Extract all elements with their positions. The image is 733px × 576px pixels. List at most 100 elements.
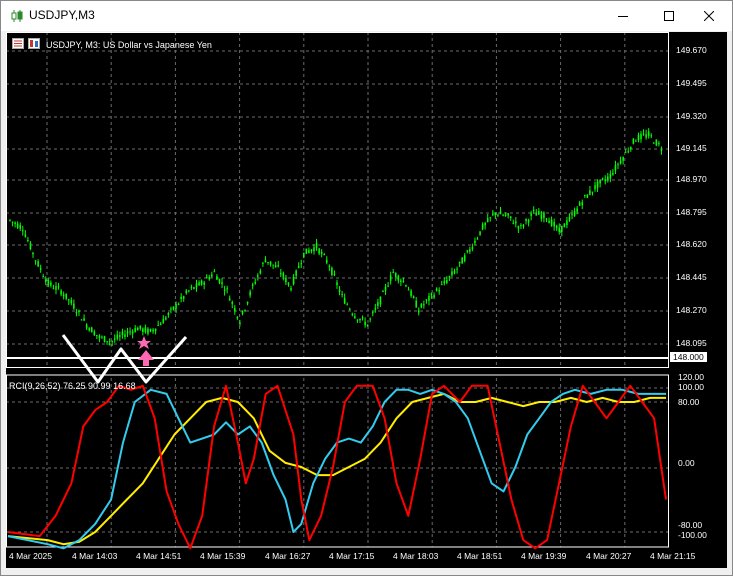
candle-body: [356, 319, 359, 321]
candle-body: [272, 264, 274, 266]
chart-list-icon[interactable]: [12, 38, 24, 49]
time-axis-label: 4 Mar 14:51: [136, 551, 182, 561]
candle-body: [195, 283, 198, 288]
candle-body: [642, 133, 645, 135]
candle-body: [433, 295, 435, 298]
candle-body: [37, 261, 39, 267]
candle-body: [231, 301, 234, 304]
candle-body: [290, 288, 292, 291]
chart-area[interactable]: USDJPY, M3: US Dollar vs Japanese Yen RC…: [6, 32, 727, 568]
candle-body: [377, 302, 379, 306]
candle-body: [259, 270, 262, 274]
rci-mid-line: [7, 388, 666, 550]
candle-body: [509, 216, 512, 219]
candle-body: [139, 325, 142, 329]
candle-body: [52, 288, 55, 290]
candle-body: [124, 334, 126, 337]
title-bar[interactable]: USDJPY,M3: [1, 1, 732, 31]
candle-body: [315, 242, 318, 248]
candle-body: [430, 293, 433, 296]
candle-body: [481, 224, 484, 230]
candle-body: [142, 328, 144, 333]
candle-body: [14, 222, 16, 224]
candle-body: [185, 290, 188, 294]
candle-body: [535, 213, 538, 216]
candle-body: [571, 214, 573, 216]
candle-body: [558, 227, 561, 232]
candle-body: [83, 318, 85, 321]
close-button[interactable]: [686, 1, 732, 31]
candle-body: [328, 265, 331, 267]
candle-body: [131, 331, 134, 334]
candle-body: [175, 304, 177, 309]
rci-fast-line: [7, 384, 667, 550]
candle-body: [520, 224, 522, 226]
candle-body: [116, 334, 119, 339]
candle-body: [305, 248, 308, 254]
candle-body: [177, 303, 180, 305]
candle-body: [594, 185, 596, 190]
candle-body: [555, 225, 558, 229]
candle-body: [198, 282, 200, 286]
candle-body: [32, 252, 34, 255]
candle-body: [589, 190, 591, 195]
indicator-scale-label: 120.00: [678, 372, 704, 382]
candle-body: [78, 310, 80, 313]
time-axis-label: 4 Mar 18:03: [393, 551, 439, 561]
candle-body: [249, 291, 251, 296]
candle-body: [412, 296, 415, 298]
candle-body: [443, 280, 446, 284]
candle-body: [382, 291, 384, 293]
candle-body: [525, 218, 527, 221]
candle-body: [29, 243, 32, 250]
candle-body: [129, 331, 131, 333]
candle-body: [106, 341, 108, 343]
candle-body: [428, 295, 430, 301]
candle-body: [80, 319, 83, 321]
price-scale-label: 148.270: [676, 305, 707, 315]
candle-body: [566, 220, 568, 225]
candle-body: [361, 317, 364, 319]
candle-body: [591, 191, 594, 193]
chart-canvas[interactable]: [6, 32, 727, 568]
minimize-button[interactable]: [600, 1, 646, 31]
candle-body: [545, 218, 548, 220]
candle-body: [287, 282, 290, 285]
candle-body: [55, 286, 57, 290]
indicator-scale-label: 80.00: [678, 397, 700, 407]
candle-body: [27, 240, 29, 242]
candle-body: [228, 298, 231, 301]
candle-body: [126, 331, 129, 334]
candle-body: [596, 181, 599, 188]
candle-body: [98, 335, 101, 338]
candle-body: [251, 284, 254, 286]
candle-body: [348, 308, 351, 310]
candle-body: [318, 248, 320, 254]
candle-body: [234, 308, 236, 312]
buy-arrow-icon: [138, 350, 154, 366]
candle-body: [47, 280, 50, 285]
candle-body: [60, 290, 62, 295]
candle-body: [244, 310, 246, 312]
candle-body: [182, 296, 185, 299]
candle-body: [200, 280, 203, 285]
time-axis-label: 4 Mar 2025: [9, 551, 52, 561]
candle-body: [338, 289, 341, 292]
indicator-scale-label: -80.00: [678, 520, 703, 530]
candle-body: [73, 303, 75, 309]
candle-body: [606, 176, 609, 180]
candle-body: [96, 335, 98, 337]
trade-icon[interactable]: [28, 38, 40, 49]
candle-body: [24, 234, 27, 237]
candle-body: [113, 338, 116, 340]
candle-body: [67, 299, 70, 301]
candle-body: [446, 280, 448, 283]
minimize-icon: [618, 16, 628, 17]
candle-body: [313, 247, 315, 252]
candle-body: [154, 328, 157, 331]
candle-body: [660, 150, 663, 152]
candle-body: [57, 286, 60, 288]
candle-body: [497, 214, 499, 216]
signal-star-icon: [137, 336, 151, 349]
candle-body: [397, 275, 400, 281]
